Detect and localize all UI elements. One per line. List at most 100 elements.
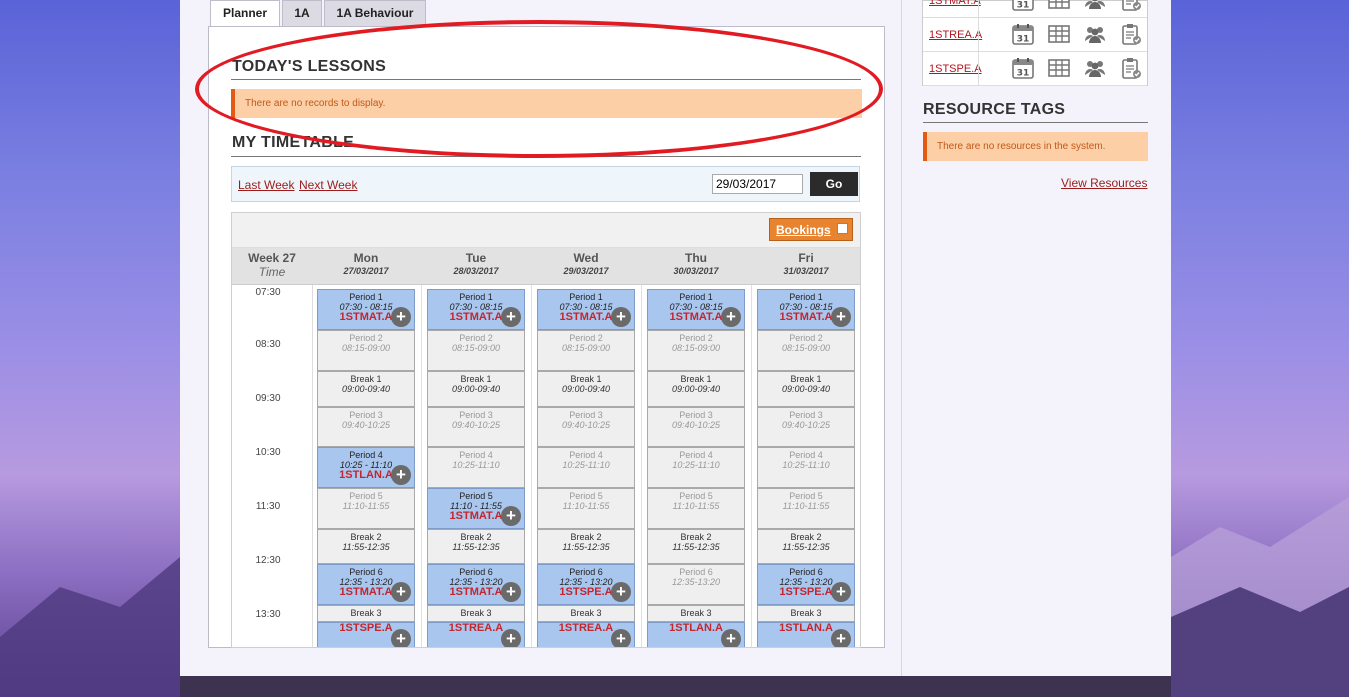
calendar-icon[interactable]: 31 xyxy=(1011,56,1035,80)
add-icon[interactable]: + xyxy=(831,582,851,602)
lesson-cell[interactable]: 1STLAN.A + xyxy=(647,622,745,647)
tab-planner[interactable]: Planner xyxy=(210,0,280,28)
period-cell[interactable]: Period 5 11:10-11:55 xyxy=(537,488,635,529)
period-cell[interactable]: Break 3 xyxy=(317,605,415,622)
lesson-cell[interactable]: Period 1 07:30 - 08:15 1STMAT.A + xyxy=(757,289,855,330)
period-cell[interactable]: Break 1 09:00-09:40 xyxy=(757,371,855,407)
add-icon[interactable]: + xyxy=(391,465,411,485)
period-cell[interactable]: Break 2 11:55-12:35 xyxy=(757,529,855,564)
go-button[interactable]: Go xyxy=(810,172,858,196)
group-icon[interactable] xyxy=(1083,56,1107,80)
period-cell[interactable]: Period 2 08:15-09:00 xyxy=(757,330,855,371)
period-time: 11:10-11:55 xyxy=(342,501,390,511)
last-week-link[interactable]: Last Week xyxy=(238,178,294,192)
lesson-cell[interactable]: Period 4 10:25 - 11:10 1STLAN.A + xyxy=(317,447,415,488)
lesson-cell[interactable]: Period 5 11:10 - 11:55 1STMAT.A + xyxy=(427,488,525,529)
lesson-cell[interactable]: 1STSPE.A + xyxy=(317,622,415,647)
group-icon[interactable] xyxy=(1083,0,1107,12)
add-icon[interactable]: + xyxy=(501,629,521,647)
period-cell[interactable]: Break 1 09:00-09:40 xyxy=(537,371,635,407)
period-cell[interactable]: Period 3 09:40-10:25 xyxy=(757,407,855,447)
period-cell[interactable]: Period 5 11:10-11:55 xyxy=(757,488,855,529)
add-icon[interactable]: + xyxy=(501,506,521,526)
add-icon[interactable]: + xyxy=(831,629,851,647)
class-link[interactable]: 1STMAT.A xyxy=(929,0,981,7)
period-time: 09:40-10:25 xyxy=(561,420,611,430)
clipboard-icon[interactable] xyxy=(1119,0,1143,12)
lesson-cell[interactable]: Period 1 07:30 - 08:15 1STMAT.A + xyxy=(317,289,415,330)
lesson-cell[interactable]: 1STREA.A + xyxy=(537,622,635,647)
bookings-checkbox[interactable] xyxy=(837,223,848,234)
day-header-wed: Wed 29/03/2017 xyxy=(532,251,640,276)
class-link[interactable]: 1STREA.A xyxy=(929,29,982,41)
tab-1a[interactable]: 1A xyxy=(282,0,322,27)
period-cell[interactable]: Break 3 xyxy=(757,605,855,622)
add-icon[interactable]: + xyxy=(831,307,851,327)
calendar-icon[interactable]: 31 xyxy=(1011,0,1035,12)
period-cell[interactable]: Period 3 09:40-10:25 xyxy=(537,407,635,447)
period-cell[interactable]: Period 3 09:40-10:25 xyxy=(317,407,415,447)
period-cell[interactable]: Period 2 08:15-09:00 xyxy=(647,330,745,371)
add-icon[interactable]: + xyxy=(391,307,411,327)
grid-icon[interactable] xyxy=(1047,56,1071,80)
grid-icon[interactable] xyxy=(1047,22,1071,46)
period-cell[interactable]: Break 2 11:55-12:35 xyxy=(427,529,525,564)
lesson-cell[interactable]: Period 1 07:30 - 08:15 1STMAT.A + xyxy=(647,289,745,330)
period-cell[interactable]: Period 2 08:15-09:00 xyxy=(317,330,415,371)
group-icon[interactable] xyxy=(1083,22,1107,46)
period-cell[interactable]: Period 2 08:15-09:00 xyxy=(537,330,635,371)
add-icon[interactable]: + xyxy=(501,307,521,327)
period-cell[interactable]: Period 3 09:40-10:25 xyxy=(647,407,745,447)
add-icon[interactable]: + xyxy=(611,582,631,602)
period-cell[interactable]: Period 5 11:10-11:55 xyxy=(317,488,415,529)
lesson-cell[interactable]: Period 6 12:35 - 13:20 1STMAT.A + xyxy=(317,564,415,605)
add-icon[interactable]: + xyxy=(611,307,631,327)
period-cell[interactable]: Period 5 11:10-11:55 xyxy=(647,488,745,529)
period-cell[interactable]: Break 2 11:55-12:35 xyxy=(537,529,635,564)
period-cell[interactable]: Period 3 09:40-10:25 xyxy=(427,407,525,447)
period-time: 11:10-11:55 xyxy=(782,501,830,511)
date-input[interactable] xyxy=(712,174,803,194)
period-cell[interactable]: Break 3 xyxy=(427,605,525,622)
clipboard-icon[interactable] xyxy=(1119,22,1143,46)
add-icon[interactable]: + xyxy=(721,629,741,647)
lesson-cell[interactable]: Period 6 12:35 - 13:20 1STSPE.A + xyxy=(757,564,855,605)
lesson-cell[interactable]: Period 6 12:35 - 13:20 1STSPE.A + xyxy=(537,564,635,605)
calendar-icon[interactable]: 31 xyxy=(1011,22,1035,46)
class-row: 1STMAT.A 31 xyxy=(923,0,1147,18)
lesson-cell[interactable]: Period 1 07:30 - 08:15 1STMAT.A + xyxy=(537,289,635,330)
add-icon[interactable]: + xyxy=(501,582,521,602)
footer-bar xyxy=(180,676,1171,697)
period-cell[interactable]: Break 1 09:00-09:40 xyxy=(317,371,415,407)
class-link[interactable]: 1STSPE.A xyxy=(929,63,982,75)
lesson-cell[interactable]: 1STREA.A + xyxy=(427,622,525,647)
class-list: 1STMAT.A 31 1STREA.A 31 1STSPE.A 31 xyxy=(922,0,1148,86)
lesson-cell[interactable]: Period 1 07:30 - 08:15 1STMAT.A + xyxy=(427,289,525,330)
period-name: Break 2 xyxy=(680,532,712,542)
period-name: Period 1 xyxy=(349,292,383,302)
period-cell[interactable]: Break 2 11:55-12:35 xyxy=(647,529,745,564)
period-cell[interactable]: Break 3 xyxy=(537,605,635,622)
period-cell[interactable]: Period 4 10:25-11:10 xyxy=(427,447,525,488)
add-icon[interactable]: + xyxy=(721,307,741,327)
period-cell[interactable]: Break 1 09:00-09:40 xyxy=(427,371,525,407)
clipboard-icon[interactable] xyxy=(1119,56,1143,80)
tab-1a-behaviour[interactable]: 1A Behaviour xyxy=(324,0,426,27)
next-week-link[interactable]: Next Week xyxy=(299,178,357,192)
period-cell[interactable]: Break 3 xyxy=(647,605,745,622)
lesson-cell[interactable]: 1STLAN.A + xyxy=(757,622,855,647)
period-cell[interactable]: Break 1 09:00-09:40 xyxy=(647,371,745,407)
period-cell[interactable]: Period 4 10:25-11:10 xyxy=(757,447,855,488)
period-cell[interactable]: Break 2 11:55-12:35 xyxy=(317,529,415,564)
view-resources-link[interactable]: View Resources xyxy=(1061,176,1147,190)
period-cell[interactable]: Period 4 10:25-11:10 xyxy=(537,447,635,488)
add-icon[interactable]: + xyxy=(391,629,411,647)
add-icon[interactable]: + xyxy=(391,582,411,602)
add-icon[interactable]: + xyxy=(611,629,631,647)
period-cell[interactable]: Period 2 08:15-09:00 xyxy=(427,330,525,371)
grid-icon[interactable] xyxy=(1047,0,1071,12)
lesson-cell[interactable]: Period 6 12:35 - 13:20 1STMAT.A + xyxy=(427,564,525,605)
bookings-toggle[interactable]: Bookings xyxy=(769,218,853,241)
period-cell[interactable]: Period 6 12:35-13:20 xyxy=(647,564,745,605)
period-cell[interactable]: Period 4 10:25-11:10 xyxy=(647,447,745,488)
